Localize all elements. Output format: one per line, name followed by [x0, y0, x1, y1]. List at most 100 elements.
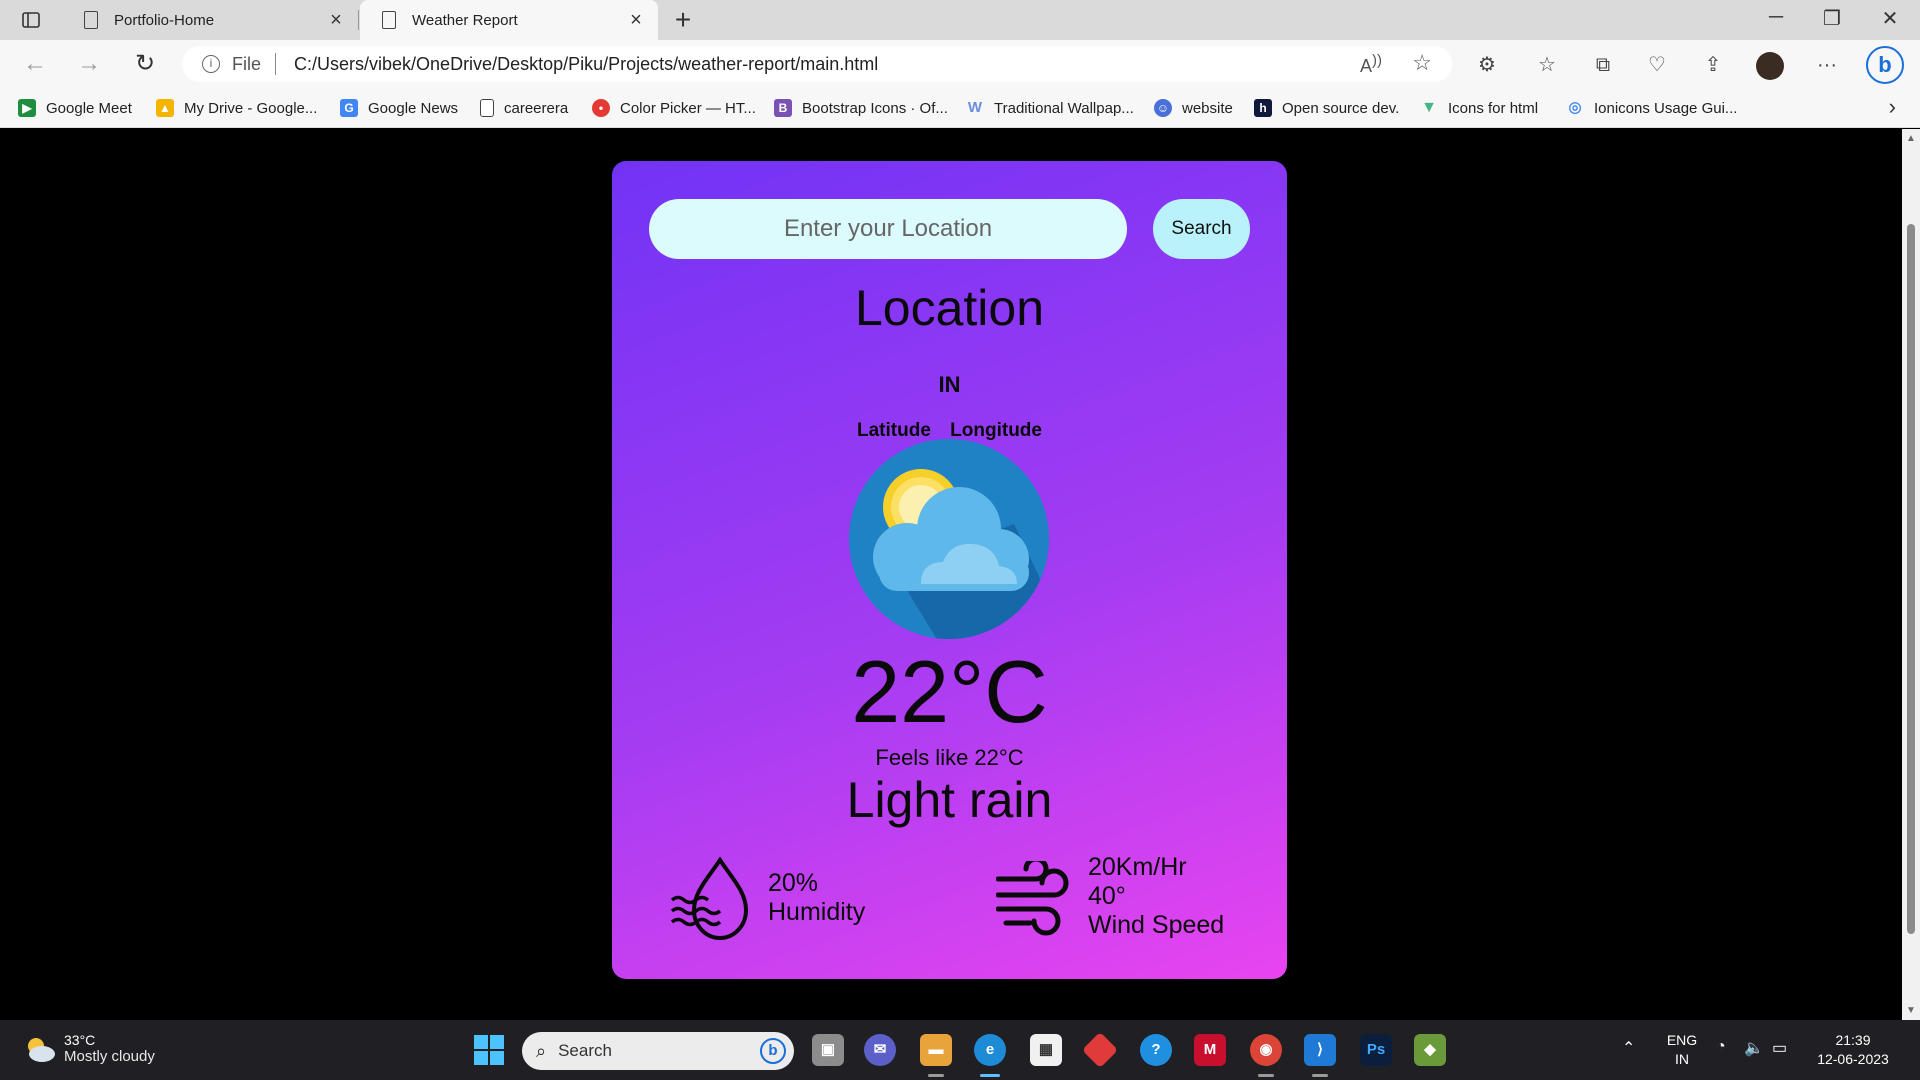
- help-icon[interactable]: ?: [1140, 1034, 1172, 1066]
- browser-essentials-icon[interactable]: ♡: [1644, 52, 1670, 78]
- vscode-icon[interactable]: ⟩: [1304, 1034, 1336, 1066]
- latitude-label: Latitude: [857, 420, 931, 441]
- bookmark-label: Google Meet: [46, 99, 132, 117]
- language-indicator[interactable]: ENG IN: [1662, 1031, 1702, 1069]
- info-icon[interactable]: i: [202, 55, 220, 73]
- back-button[interactable]: ←: [20, 50, 50, 78]
- running-indicator: [1312, 1074, 1328, 1077]
- page-icon: [382, 11, 396, 29]
- bookmark-label: Traditional Wallpap...: [994, 99, 1134, 117]
- page-scrollbar[interactable]: ▲ ▼: [1902, 129, 1920, 1020]
- favorites-icon[interactable]: ☆: [1534, 52, 1560, 78]
- close-tab-icon[interactable]: ×: [626, 9, 646, 32]
- search-icon: ⌕: [536, 1040, 547, 1061]
- bookmark-ionicons[interactable]: ◎ Ionicons Usage Gui...: [1566, 96, 1737, 120]
- mcafee-icon[interactable]: M: [1194, 1034, 1226, 1066]
- wind-metric: 20Km/Hr 40° Wind Speed: [1088, 853, 1224, 940]
- running-indicator: [928, 1074, 944, 1077]
- bookmark-traditional-wallpaper[interactable]: W Traditional Wallpap...: [966, 96, 1134, 120]
- bookmark-open-source-dev[interactable]: h Open source dev.: [1254, 96, 1399, 120]
- bookmark-google-news[interactable]: G Google News: [340, 96, 458, 120]
- bookmark-icons-for-html[interactable]: ▼ Icons for html: [1420, 96, 1538, 120]
- close-tab-icon[interactable]: ×: [326, 9, 346, 32]
- taskbar-weather-widget[interactable]: 33°C Mostly cloudy: [22, 1032, 155, 1065]
- taskbar-search-placeholder: Search: [558, 1041, 612, 1060]
- read-aloud-icon[interactable]: A)): [1360, 52, 1382, 77]
- tab-portfolio-home[interactable]: Portfolio-Home ×: [62, 0, 358, 40]
- location-search-input[interactable]: [649, 199, 1127, 259]
- windows-start-icon[interactable]: [474, 1035, 504, 1065]
- url-text[interactable]: C:/Users/vibek/OneDrive/Desktop/Piku/Pro…: [294, 54, 878, 75]
- share-icon[interactable]: ⇪: [1700, 52, 1726, 78]
- humidity-metric: 20% Humidity: [768, 869, 865, 927]
- restore-button[interactable]: ❐: [1812, 6, 1852, 31]
- page-icon: [480, 99, 494, 117]
- bookmark-careerera[interactable]: careerera: [480, 96, 568, 120]
- bing-icon[interactable]: b: [760, 1038, 786, 1064]
- taskbar-search[interactable]: ⌕ Search b: [522, 1032, 794, 1070]
- bookmark-bootstrap-icons[interactable]: B Bootstrap Icons · Of...: [774, 96, 948, 120]
- volume-icon[interactable]: 🔈: [1744, 1038, 1764, 1058]
- ionicons-icon: ◎: [1568, 99, 1582, 116]
- chrome-icon[interactable]: ◉: [1250, 1034, 1282, 1066]
- refresh-button[interactable]: ↻: [130, 50, 160, 78]
- bookmarks-bar: ▶ Google Meet ▲ My Drive - Google... G Goog…: [0, 88, 1920, 128]
- forward-button[interactable]: →: [74, 50, 104, 78]
- bookmark-my-drive[interactable]: ▲ My Drive - Google...: [156, 96, 317, 120]
- bootstrap-icon: B: [774, 99, 792, 117]
- region-code: IN: [1675, 1051, 1689, 1067]
- bookmark-label: website: [1182, 99, 1233, 117]
- tab-actions-icon[interactable]: [14, 8, 48, 32]
- minimize-button[interactable]: ─: [1756, 6, 1796, 29]
- new-tab-button[interactable]: +: [668, 4, 698, 36]
- bookmark-color-picker[interactable]: • Color Picker — HT...: [592, 96, 756, 120]
- humidity-icon: [670, 856, 749, 941]
- clock[interactable]: 21:39 12-06-2023: [1808, 1031, 1898, 1069]
- battery-icon[interactable]: ▭: [1772, 1038, 1787, 1058]
- bookmark-label: Bootstrap Icons · Of...: [802, 99, 948, 117]
- chevron-right-icon[interactable]: ›: [1889, 94, 1896, 120]
- bookmark-label: Color Picker — HT...: [620, 99, 756, 117]
- address-bar[interactable]: i File C:/Users/vibek/OneDrive/Desktop/P…: [182, 46, 1452, 82]
- profile-avatar[interactable]: [1756, 52, 1784, 80]
- country-code: IN: [938, 372, 961, 397]
- bing-copilot-icon[interactable]: b: [1866, 46, 1904, 84]
- browser-toolbar: ← → ↻ i File C:/Users/vibek/OneDrive/Des…: [0, 40, 1920, 88]
- taskbar-temperature: 33°C: [64, 1032, 96, 1048]
- microsoft-store-icon[interactable]: ▦: [1030, 1034, 1062, 1066]
- extensions-icon[interactable]: ⚙: [1474, 52, 1500, 78]
- vue-icon: ▼: [1421, 99, 1437, 116]
- active-indicator: [980, 1074, 1000, 1077]
- collections-icon[interactable]: ⧉: [1590, 52, 1616, 78]
- scroll-up-arrow[interactable]: ▲: [1904, 133, 1918, 144]
- clock-time: 21:39: [1835, 1032, 1871, 1048]
- task-view-icon[interactable]: ▣: [812, 1034, 844, 1066]
- wifi-icon[interactable]: ◔: [1716, 1038, 1726, 1056]
- temperature: 22°C: [851, 642, 1048, 741]
- bookmark-website[interactable]: ☺ website: [1154, 96, 1233, 120]
- scheme-label: File: [232, 53, 262, 74]
- more-options-icon[interactable]: ···: [1814, 52, 1840, 78]
- search-button[interactable]: Search: [1153, 199, 1250, 259]
- favorite-star-icon[interactable]: ☆: [1412, 50, 1432, 76]
- chat-icon[interactable]: ✉: [864, 1034, 896, 1066]
- app-icon[interactable]: ◆: [1414, 1034, 1446, 1066]
- file-explorer-icon[interactable]: ▬: [920, 1034, 952, 1066]
- humidity-value: 20%: [768, 869, 819, 897]
- humidity-label: Humidity: [768, 898, 866, 926]
- close-window-button[interactable]: ✕: [1870, 6, 1910, 31]
- scroll-thumb[interactable]: [1907, 224, 1915, 934]
- h-icon: h: [1254, 99, 1272, 117]
- photoshop-icon[interactable]: Ps: [1360, 1034, 1392, 1066]
- edge-icon[interactable]: e: [974, 1034, 1006, 1066]
- bookmark-google-meet[interactable]: ▶ Google Meet: [18, 96, 132, 120]
- running-indicator: [1258, 1074, 1274, 1077]
- cloudy-weather-icon: [28, 1037, 55, 1062]
- sun-behind-cloud-icon: [849, 439, 1049, 639]
- scroll-down-arrow[interactable]: ▼: [1904, 1005, 1918, 1016]
- tab-weather-report[interactable]: Weather Report ×: [360, 0, 658, 40]
- location-name: Location: [854, 280, 1045, 336]
- anydesk-icon[interactable]: [1081, 1031, 1119, 1069]
- bookmark-label: Icons for html: [1448, 99, 1539, 117]
- chevron-up-icon[interactable]: ⌃: [1622, 1038, 1635, 1058]
